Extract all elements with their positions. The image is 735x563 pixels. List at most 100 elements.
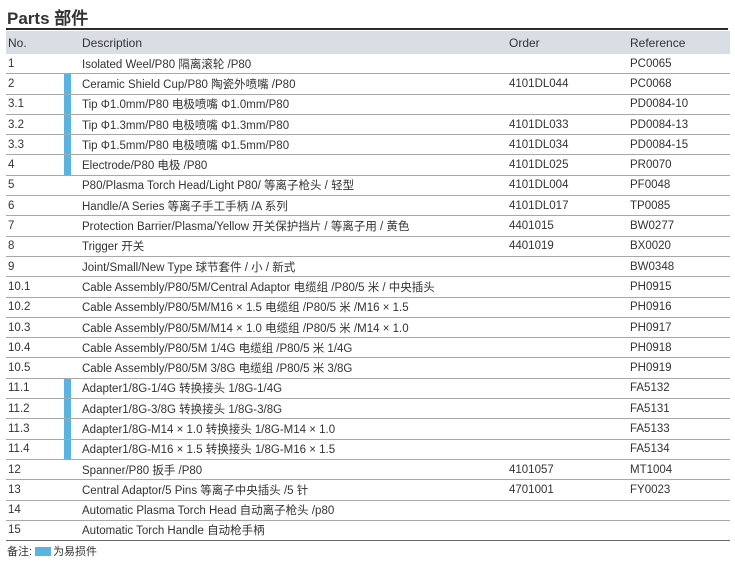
wear-part-legend-swatch [35,546,52,556]
cell-description: Adapter1/8G-M14 × 1.0 转换接头 1/8G-M14 × 1.… [82,418,509,440]
cell-description: Tip Φ1.5mm/P80 电极喷嘴 Φ1.5mm/P80 [82,134,509,156]
wear-part-marker [64,94,71,114]
cell-order: 4401019 [509,236,630,257]
cell-no: 1 [6,54,62,75]
wear-part-marker [64,114,71,134]
cell-order [509,418,630,440]
cell-wear-marker [62,459,82,481]
cell-reference: FA5132 [630,378,730,400]
cell-description: Cable Assembly/P80/5M 1/4G 电缆组 /P80/5 米 … [82,337,509,359]
table-row: 7 Protection Barrier/Plasma/Yellow 开关保护挡片… [6,215,730,237]
header-reference: Reference [630,35,686,50]
table-row: 10.5 Cable Assembly/P80/5M 3/8G 电缆组 /P80/… [6,357,730,379]
cell-wear-marker [62,73,82,95]
wear-part-marker [64,378,71,398]
cell-wear-marker [62,94,82,115]
cell-no: 10.5 [6,357,62,379]
wear-part-marker [64,439,71,459]
cell-order [509,520,630,542]
cell-order [509,378,630,400]
cell-wear-marker [62,236,82,257]
cell-wear-marker [62,378,82,400]
table-body: 1 Isolated Weel/P80 隔离滚轮 /P80 PC0065 2 Ceram… [6,54,730,542]
cell-no: 3.3 [6,134,62,156]
cell-wear-marker [62,439,82,460]
cell-description: Joint/Small/New Type 球节套件 / 小 / 新式 [82,256,509,278]
cell-no: 3.2 [6,114,62,136]
cell-reference: FA5133 [630,418,730,440]
header-no: No. [8,35,27,50]
cell-reference: FA5131 [630,398,730,420]
cell-no: 6 [6,195,62,217]
cell-order: 4101DL004 [509,175,630,197]
table-row: 2 Ceramic Shield Cup/P80 陶瓷外喷嘴 /P80 4101DL… [6,73,730,95]
cell-order: 4401015 [509,215,630,237]
table-row: 3.3 Tip Φ1.5mm/P80 电极喷嘴 Φ1.5mm/P80 4101DL0… [6,134,730,156]
cell-reference: PD0084-10 [630,94,730,115]
top-rule [6,28,728,30]
cell-description: Automatic Torch Handle 自动枪手柄 [82,520,509,542]
note-legend: 为易损件 [53,546,98,558]
table-row: 5 P80/Plasma Torch Head/Light P80/ 等离子枪头 … [6,175,730,197]
cell-reference: BW0277 [630,215,730,237]
table-row: 14 Automatic Plasma Torch Head 自动离子枪头 /p8… [6,500,730,521]
cell-wear-marker [62,195,82,217]
cell-wear-marker [62,500,82,521]
table-row: 10.3 Cable Assembly/P80/5M/M14 × 1.0 电缆组 … [6,317,730,339]
cell-reference: FA5134 [630,439,730,460]
wear-part-marker [64,154,71,175]
cell-no: 2 [6,73,62,95]
cell-reference: PH0916 [630,297,730,318]
cell-no: 9 [6,256,62,278]
table-row: 10.1 Cable Assembly/P80/5M/Central Adapto… [6,276,730,298]
cell-no: 10.1 [6,276,62,298]
cell-description: Adapter1/8G-1/4G 转换接头 1/8G-1/4G [82,378,509,400]
cell-order [509,297,630,318]
table-row: 3.1 Tip Φ1.0mm/P80 电极喷嘴 Φ1.0mm/P80 PD0084-… [6,94,730,115]
cell-order [509,439,630,460]
cell-no: 10.4 [6,337,62,359]
cell-description: P80/Plasma Torch Head/Light P80/ 等离子枪头 /… [82,175,509,197]
cell-reference: PC0065 [630,54,730,75]
cell-wear-marker [62,134,82,156]
cell-reference: PD0084-13 [630,114,730,136]
cell-description: Cable Assembly/P80/5M 3/8G 电缆组 /P80/5 米 … [82,357,509,379]
wear-part-marker [64,418,71,439]
cell-reference: FY0023 [630,479,730,501]
cell-no: 4 [6,154,62,176]
cell-description: Cable Assembly/P80/5M/M14 × 1.0 电缆组 /P80… [82,317,509,339]
cell-reference: PR0070 [630,154,730,176]
cell-wear-marker [62,154,82,176]
cell-reference: PH0917 [630,317,730,339]
cell-wear-marker [62,276,82,298]
cell-no: 11.4 [6,439,62,460]
cell-wear-marker [62,215,82,237]
cell-description: Isolated Weel/P80 隔离滚轮 /P80 [82,54,509,75]
cell-description: Cable Assembly/P80/5M/M16 × 1.5 电缆组 /P80… [82,297,509,318]
table-row: 13 Central Adaptor/5 Pins 等离子中央插头 /5 针 470… [6,479,730,501]
cell-description: Automatic Plasma Torch Head 自动离子枪头 /p80 [82,500,509,521]
cell-description: Central Adaptor/5 Pins 等离子中央插头 /5 针 [82,479,509,501]
cell-order [509,276,630,298]
cell-wear-marker [62,520,82,542]
table-row: 4 Electrode/P80 电极 /P80 4101DL025 PR0070 [6,154,730,176]
cell-no: 5 [6,175,62,197]
wear-part-marker [64,73,71,94]
cell-description: Tip Φ1.0mm/P80 电极喷嘴 Φ1.0mm/P80 [82,94,509,115]
cell-order [509,500,630,521]
table-row: 15 Automatic Torch Handle 自动枪手柄 [6,520,730,542]
table-row: 11.2 Adapter1/8G-3/8G 转换接头 1/8G-3/8G FA513… [6,398,730,420]
cell-reference: PF0048 [630,175,730,197]
table-row: 10.4 Cable Assembly/P80/5M 1/4G 电缆组 /P80/… [6,337,730,359]
cell-no: 13 [6,479,62,501]
cell-description: Adapter1/8G-M16 × 1.5 转换接头 1/8G-M16 × 1.… [82,439,509,460]
cell-reference: PH0915 [630,276,730,298]
cell-order: 4701001 [509,479,630,501]
cell-description: Protection Barrier/Plasma/Yellow 开关保护挡片 … [82,215,509,237]
cell-description: Tip Φ1.3mm/P80 电极喷嘴 Φ1.3mm/P80 [82,114,509,136]
cell-order: 4101DL025 [509,154,630,176]
cell-description: Spanner/P80 扳手 /P80 [82,459,509,481]
table-row: 11.4 Adapter1/8G-M16 × 1.5 转换接头 1/8G-M16 … [6,439,730,460]
cell-wear-marker [62,418,82,440]
table-row: 10.2 Cable Assembly/P80/5M/M16 × 1.5 电缆组 … [6,297,730,318]
